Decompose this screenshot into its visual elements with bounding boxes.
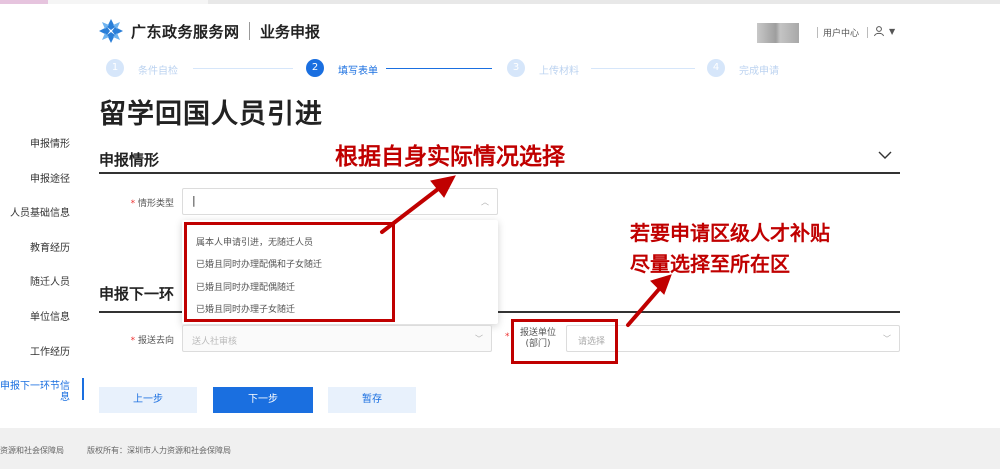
footer-org: 资源和社会保障局 (0, 446, 64, 455)
annotation-arrows (380, 175, 672, 327)
footer-copyright: 版权所有：深圳市人力资源和社会保障局 (87, 446, 231, 455)
annotation-arrow-top (380, 184, 444, 234)
annotation-arrow-right (626, 286, 662, 327)
